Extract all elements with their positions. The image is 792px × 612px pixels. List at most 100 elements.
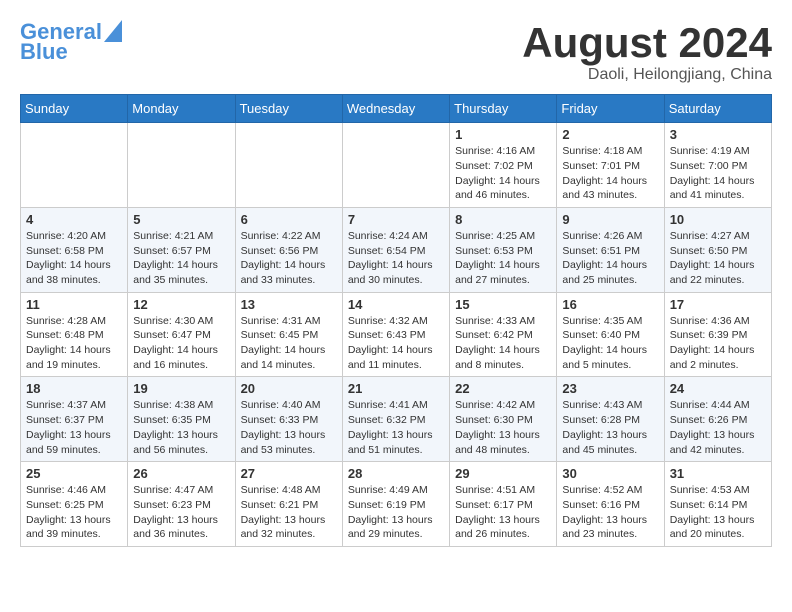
- calendar-cell: [235, 123, 342, 208]
- day-number: 1: [455, 127, 551, 142]
- day-number: 4: [26, 212, 122, 227]
- calendar-cell: 16 Sunrise: 4:35 AM Sunset: 6:40 PM Dayli…: [557, 292, 664, 377]
- day-info: Sunrise: 4:40 AM Sunset: 6:33 PM Dayligh…: [241, 398, 337, 457]
- day-number: 28: [348, 466, 444, 481]
- header: General Blue August 2024 Daoli, Heilongj…: [20, 20, 772, 84]
- day-info: Sunrise: 4:47 AM Sunset: 6:23 PM Dayligh…: [133, 483, 229, 542]
- calendar-cell: 15 Sunrise: 4:33 AM Sunset: 6:42 PM Dayli…: [450, 292, 557, 377]
- day-number: 16: [562, 297, 658, 312]
- calendar-cell: 14 Sunrise: 4:32 AM Sunset: 6:43 PM Dayli…: [342, 292, 449, 377]
- day-info: Sunrise: 4:18 AM Sunset: 7:01 PM Dayligh…: [562, 144, 658, 203]
- calendar-table: Sunday Monday Tuesday Wednesday Thursday…: [20, 94, 772, 547]
- calendar-week-row: 1 Sunrise: 4:16 AM Sunset: 7:02 PM Daylig…: [21, 123, 772, 208]
- day-info: Sunrise: 4:32 AM Sunset: 6:43 PM Dayligh…: [348, 314, 444, 373]
- day-number: 13: [241, 297, 337, 312]
- day-number: 22: [455, 381, 551, 396]
- calendar-cell: 29Sunrise: 4:51 AM Sunset: 6:17 PM Dayli…: [450, 462, 557, 547]
- calendar-cell: 17 Sunrise: 4:36 AM Sunset: 6:39 PM Dayli…: [664, 292, 771, 377]
- calendar-week-row: 18 Sunrise: 4:37 AM Sunset: 6:37 PM Dayli…: [21, 377, 772, 462]
- col-tuesday: Tuesday: [235, 95, 342, 123]
- calendar-cell: 5Sunrise: 4:21 AM Sunset: 6:57 PM Daylig…: [128, 207, 235, 292]
- day-number: 24: [670, 381, 766, 396]
- col-friday: Friday: [557, 95, 664, 123]
- day-info: Sunrise: 4:43 AM Sunset: 6:28 PM Dayligh…: [562, 398, 658, 457]
- calendar-cell: 20 Sunrise: 4:40 AM Sunset: 6:33 PM Dayli…: [235, 377, 342, 462]
- day-number: 30: [562, 466, 658, 481]
- calendar-cell: 23 Sunrise: 4:43 AM Sunset: 6:28 PM Dayli…: [557, 377, 664, 462]
- day-number: 7: [348, 212, 444, 227]
- day-number: 11: [26, 297, 122, 312]
- day-info: Sunrise: 4:27 AM Sunset: 6:50 PM Dayligh…: [670, 229, 766, 288]
- day-number: 23: [562, 381, 658, 396]
- col-monday: Monday: [128, 95, 235, 123]
- calendar-cell: 2Sunrise: 4:18 AM Sunset: 7:01 PM Daylig…: [557, 123, 664, 208]
- day-number: 5: [133, 212, 229, 227]
- calendar-cell: [128, 123, 235, 208]
- day-number: 14: [348, 297, 444, 312]
- day-number: 18: [26, 381, 122, 396]
- calendar-cell: 19Sunrise: 4:38 AM Sunset: 6:35 PM Dayli…: [128, 377, 235, 462]
- calendar-cell: 13Sunrise: 4:31 AM Sunset: 6:45 PM Dayli…: [235, 292, 342, 377]
- calendar-cell: 8 Sunrise: 4:25 AM Sunset: 6:53 PM Daylig…: [450, 207, 557, 292]
- calendar-cell: 18 Sunrise: 4:37 AM Sunset: 6:37 PM Dayli…: [21, 377, 128, 462]
- day-number: 10: [670, 212, 766, 227]
- calendar-cell: 22Sunrise: 4:42 AM Sunset: 6:30 PM Dayli…: [450, 377, 557, 462]
- day-number: 12: [133, 297, 229, 312]
- day-info: Sunrise: 4:26 AM Sunset: 6:51 PM Dayligh…: [562, 229, 658, 288]
- calendar-cell: 25Sunrise: 4:46 AM Sunset: 6:25 PM Dayli…: [21, 462, 128, 547]
- day-info: Sunrise: 4:53 AM Sunset: 6:14 PM Dayligh…: [670, 483, 766, 542]
- month-title: August 2024: [522, 20, 772, 66]
- calendar-cell: 30 Sunrise: 4:52 AM Sunset: 6:16 PM Dayli…: [557, 462, 664, 547]
- calendar-cell: 24 Sunrise: 4:44 AM Sunset: 6:26 PM Dayli…: [664, 377, 771, 462]
- calendar-cell: 6 Sunrise: 4:22 AM Sunset: 6:56 PM Daylig…: [235, 207, 342, 292]
- calendar-cell: 27 Sunrise: 4:48 AM Sunset: 6:21 PM Dayli…: [235, 462, 342, 547]
- calendar-cell: 12 Sunrise: 4:30 AM Sunset: 6:47 PM Dayli…: [128, 292, 235, 377]
- day-info: Sunrise: 4:37 AM Sunset: 6:37 PM Dayligh…: [26, 398, 122, 457]
- day-info: Sunrise: 4:28 AM Sunset: 6:48 PM Dayligh…: [26, 314, 122, 373]
- calendar-cell: [21, 123, 128, 208]
- day-number: 3: [670, 127, 766, 142]
- day-info: Sunrise: 4:36 AM Sunset: 6:39 PM Dayligh…: [670, 314, 766, 373]
- day-info: Sunrise: 4:49 AM Sunset: 6:19 PM Dayligh…: [348, 483, 444, 542]
- day-number: 9: [562, 212, 658, 227]
- calendar-cell: 3 Sunrise: 4:19 AM Sunset: 7:00 PM Daylig…: [664, 123, 771, 208]
- day-info: Sunrise: 4:22 AM Sunset: 6:56 PM Dayligh…: [241, 229, 337, 288]
- day-info: Sunrise: 4:48 AM Sunset: 6:21 PM Dayligh…: [241, 483, 337, 542]
- day-info: Sunrise: 4:25 AM Sunset: 6:53 PM Dayligh…: [455, 229, 551, 288]
- day-number: 6: [241, 212, 337, 227]
- day-number: 8: [455, 212, 551, 227]
- col-thursday: Thursday: [450, 95, 557, 123]
- calendar-week-row: 4 Sunrise: 4:20 AM Sunset: 6:58 PM Daylig…: [21, 207, 772, 292]
- day-info: Sunrise: 4:41 AM Sunset: 6:32 PM Dayligh…: [348, 398, 444, 457]
- logo-blue: Blue: [20, 40, 68, 64]
- day-info: Sunrise: 4:33 AM Sunset: 6:42 PM Dayligh…: [455, 314, 551, 373]
- day-info: Sunrise: 4:19 AM Sunset: 7:00 PM Dayligh…: [670, 144, 766, 203]
- logo-icon: [104, 20, 122, 42]
- col-saturday: Saturday: [664, 95, 771, 123]
- calendar-cell: 26 Sunrise: 4:47 AM Sunset: 6:23 PM Dayli…: [128, 462, 235, 547]
- day-info: Sunrise: 4:35 AM Sunset: 6:40 PM Dayligh…: [562, 314, 658, 373]
- day-info: Sunrise: 4:44 AM Sunset: 6:26 PM Dayligh…: [670, 398, 766, 457]
- title-section: August 2024 Daoli, Heilongjiang, China: [522, 20, 772, 84]
- calendar-cell: 28 Sunrise: 4:49 AM Sunset: 6:19 PM Dayli…: [342, 462, 449, 547]
- day-number: 17: [670, 297, 766, 312]
- day-info: Sunrise: 4:30 AM Sunset: 6:47 PM Dayligh…: [133, 314, 229, 373]
- calendar-cell: 21 Sunrise: 4:41 AM Sunset: 6:32 PM Dayli…: [342, 377, 449, 462]
- col-sunday: Sunday: [21, 95, 128, 123]
- day-info: Sunrise: 4:20 AM Sunset: 6:58 PM Dayligh…: [26, 229, 122, 288]
- day-info: Sunrise: 4:16 AM Sunset: 7:02 PM Dayligh…: [455, 144, 551, 203]
- day-number: 27: [241, 466, 337, 481]
- calendar-cell: 7Sunrise: 4:24 AM Sunset: 6:54 PM Daylig…: [342, 207, 449, 292]
- day-number: 19: [133, 381, 229, 396]
- logo: General Blue: [20, 20, 122, 64]
- calendar-cell: 10 Sunrise: 4:27 AM Sunset: 6:50 PM Dayli…: [664, 207, 771, 292]
- day-info: Sunrise: 4:52 AM Sunset: 6:16 PM Dayligh…: [562, 483, 658, 542]
- calendar-cell: 4 Sunrise: 4:20 AM Sunset: 6:58 PM Daylig…: [21, 207, 128, 292]
- day-number: 15: [455, 297, 551, 312]
- day-number: 26: [133, 466, 229, 481]
- day-number: 20: [241, 381, 337, 396]
- calendar-cell: 31Sunrise: 4:53 AM Sunset: 6:14 PM Dayli…: [664, 462, 771, 547]
- calendar-cell: 11 Sunrise: 4:28 AM Sunset: 6:48 PM Dayli…: [21, 292, 128, 377]
- day-info: Sunrise: 4:46 AM Sunset: 6:25 PM Dayligh…: [26, 483, 122, 542]
- day-number: 21: [348, 381, 444, 396]
